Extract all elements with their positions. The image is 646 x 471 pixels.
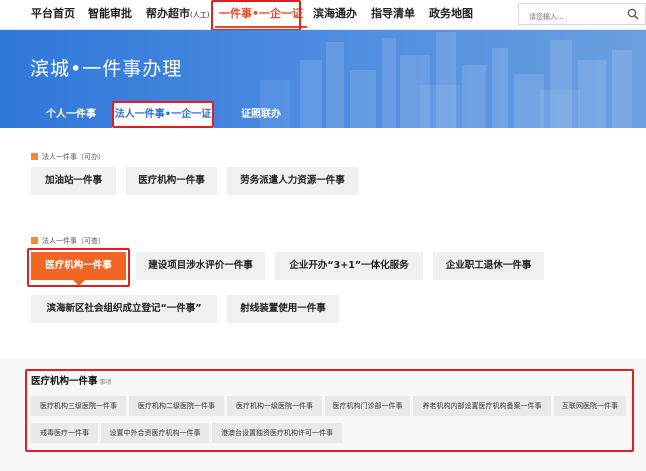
sub-item-drug-rehab[interactable]: 戒毒医疗一件事 [31, 423, 98, 443]
service-labor-dispatch[interactable]: 劳务派遣人力资源一件事 [227, 167, 358, 195]
service-medical-institution[interactable]: 医疗机构一件事 [126, 167, 217, 195]
nav-active-underline [215, 26, 308, 28]
nav-help-market-label: 帮办超市 [146, 7, 190, 20]
nav-smart-approval-label: 智能审批 [88, 7, 132, 20]
nav-binhai-tongban[interactable]: 滨海通办 [313, 0, 357, 30]
section-query-label: 法人一件事（可查） [31, 236, 105, 246]
section-marker-icon [31, 237, 38, 244]
nav-help-market[interactable]: 帮办超市(人工) [146, 0, 209, 30]
sub-item-hk-macao-taiwan[interactable]: 港澳台设置独资医疗机构许可一件事 [212, 423, 342, 443]
nav-one-thing[interactable]: 一件事•一企一证 [215, 0, 308, 30]
sub-item-sino-foreign-jv[interactable]: 设置中外合资医疗机构一件事 [101, 423, 209, 443]
search-box [518, 3, 646, 27]
nav-binhai-tongban-label: 滨海通办 [313, 7, 357, 20]
nav-guide-list[interactable]: 指导清单 [371, 0, 415, 30]
search-icon[interactable] [627, 8, 639, 20]
tab-personal[interactable]: 个人一件事 [31, 102, 111, 128]
section-available-text: 法人一件事（可办） [42, 153, 105, 161]
sub-item-internet-hospital[interactable]: 互联网医院一件事 [554, 396, 626, 416]
nav-home[interactable]: 平台首页 [31, 0, 75, 30]
sub-item-secondary-hospital[interactable]: 医疗机构二级医院一件事 [129, 396, 224, 416]
service-radiation-device[interactable]: 射线装置使用一件事 [227, 295, 339, 323]
section-marker-icon [31, 153, 38, 160]
sub-item-elderly-care-medical[interactable]: 养老机构内部设置医疗机构备案一件事 [413, 396, 551, 416]
sub-item-tertiary-hospital[interactable]: 医疗机构三级医院一件事 [31, 396, 126, 416]
detail-title: 医疗机构一件事 事项 [31, 373, 112, 387]
search-input[interactable] [519, 7, 619, 27]
section-available-label: 法人一件事（可办） [31, 152, 105, 162]
detail-title-text: 医疗机构一件事 [31, 376, 98, 387]
detail-title-note: 事项 [99, 379, 112, 386]
service-business-startup[interactable]: 企业开办“3+1”一体化服务 [275, 252, 423, 280]
nav-help-market-suffix: (人工) [190, 11, 210, 19]
sub-item-primary-hospital[interactable]: 医疗机构一级医院一件事 [227, 396, 322, 416]
service-employee-retirement[interactable]: 企业职工退休一件事 [433, 252, 544, 280]
hero-banner: 滨城•一件事办理 个人一件事 法人一件事•一企一证 证照联办 [0, 30, 646, 128]
nav-guide-list-label: 指导清单 [371, 7, 415, 20]
tab-license-joint[interactable]: 证照联办 [226, 102, 296, 128]
section-query-text: 法人一件事（可查） [42, 237, 105, 245]
service-social-org-registration[interactable]: 滨海新区社会组织成立登记“一件事” [31, 295, 217, 323]
service-gas-station[interactable]: 加油站一件事 [31, 167, 116, 195]
top-navigation: 平台首页 智能审批 帮办超市(人工) 一件事•一企一证 滨海通办 指导清单 政务… [0, 0, 646, 30]
nav-home-label: 平台首页 [31, 7, 75, 20]
tab-legal-person[interactable]: 法人一件事•一企一证 [112, 102, 214, 128]
nav-gov-map[interactable]: 政务地图 [429, 0, 473, 30]
sub-item-clinic[interactable]: 医疗机构门诊部一件事 [325, 396, 410, 416]
service-medical-institution-query[interactable]: 医疗机构一件事 [31, 252, 126, 286]
nav-one-thing-label: 一件事•一企一证 [219, 7, 304, 20]
service-water-assessment[interactable]: 建设项目涉水评价一件事 [136, 252, 265, 280]
page-title: 滨城•一件事办理 [30, 58, 183, 80]
nav-gov-map-label: 政务地图 [429, 7, 473, 20]
nav-smart-approval[interactable]: 智能审批 [88, 0, 132, 30]
